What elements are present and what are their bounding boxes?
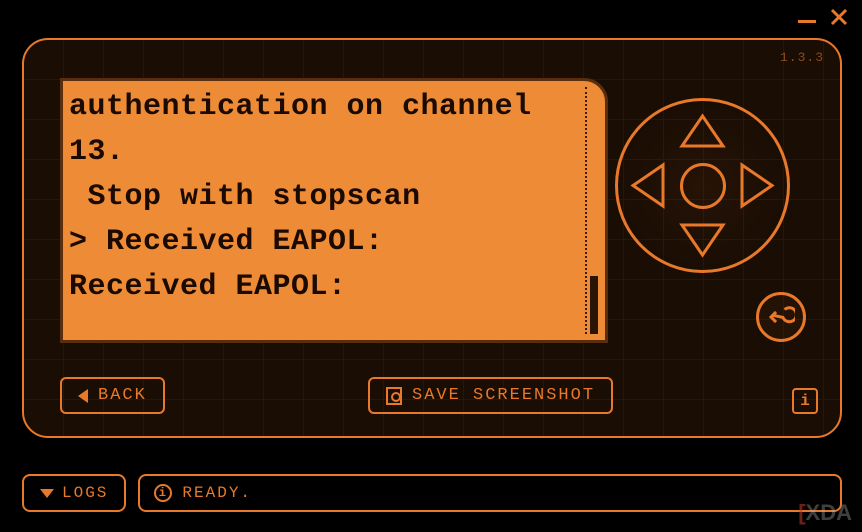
info-button[interactable]: i [792,388,818,414]
status-bar: i READY. [138,474,842,512]
logs-button[interactable]: LOGS [22,474,126,512]
terminal-screen: authentication on channel 13. Stop with … [60,78,608,343]
save-icon [386,387,402,405]
chevron-left-icon [78,389,88,403]
chevron-down-icon [40,489,54,498]
version-label: 1.3.3 [780,50,824,65]
back-button[interactable]: BACK [60,377,165,414]
dpad [615,98,790,273]
logs-button-label: LOGS [62,484,108,502]
dpad-down-button[interactable] [677,221,727,259]
watermark-bracket: [ [798,500,805,525]
scrollbar[interactable] [585,87,599,334]
scroll-thumb[interactable] [590,276,598,334]
close-button[interactable] [830,8,848,26]
undo-button[interactable] [756,292,806,342]
back-button-label: BACK [98,386,147,405]
watermark: [XDA [798,500,852,526]
dpad-center-button[interactable] [680,163,726,209]
watermark-text: XDA [806,500,852,525]
save-screenshot-button[interactable]: SAVE SCREENSHOT [368,377,613,414]
dpad-up-button[interactable] [677,112,727,150]
info-icon: i [800,392,810,410]
save-screenshot-label: SAVE SCREENSHOT [412,386,595,405]
status-info-icon: i [154,484,172,502]
terminal-output: authentication on channel 13. Stop with … [69,85,585,336]
dpad-right-button[interactable] [738,160,776,210]
dpad-left-button[interactable] [629,160,667,210]
main-panel: 1.3.3 authentication on channel 13. Stop… [22,38,842,438]
minimize-button[interactable] [798,11,816,23]
status-text: READY. [182,484,252,502]
